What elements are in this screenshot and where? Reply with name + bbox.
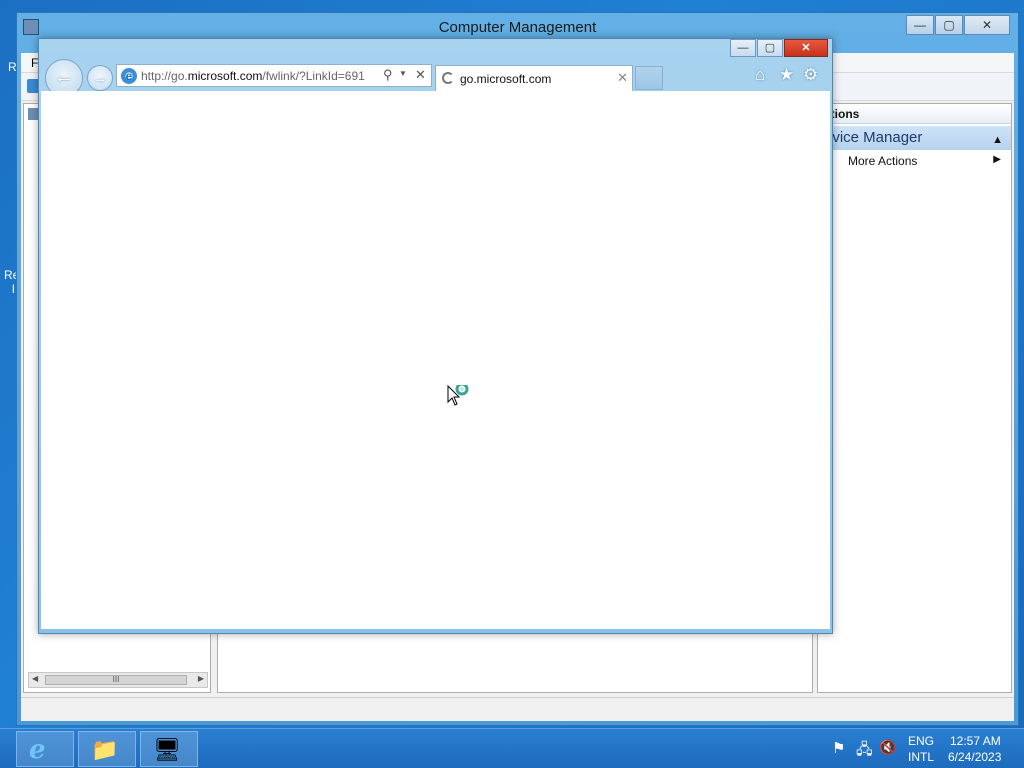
page-content[interactable]: [41, 91, 830, 629]
window-controls: — ▢ ✕: [905, 15, 1010, 35]
actions-subheader-label: evice Manager: [824, 129, 923, 146]
network-icon[interactable]: 🖧: [856, 739, 873, 764]
address-bar[interactable]: e http://go.microsoft.com/fwlink/?LinkId…: [116, 64, 432, 87]
favorites-icon[interactable]: ★: [779, 65, 794, 85]
folder-icon: 📁: [91, 737, 119, 762]
internet-explorer-icon: e: [29, 735, 46, 765]
taskbar-ie-button[interactable]: e: [16, 731, 74, 767]
horizontal-scrollbar[interactable]: ◀ III ▶: [28, 672, 208, 688]
stop-icon[interactable]: ✕: [415, 67, 426, 83]
scroll-right-icon[interactable]: ▶: [198, 674, 204, 683]
tools-icon[interactable]: ⚙: [803, 65, 818, 85]
ie-window-controls: — ▢ ✕: [729, 39, 828, 57]
volume-muted-icon[interactable]: 🔇: [879, 739, 896, 756]
home-icon[interactable]: ⌂: [755, 65, 765, 85]
close-button[interactable]: ✕: [964, 15, 1010, 35]
scroll-thumb[interactable]: III: [45, 675, 187, 685]
actions-device-manager-header[interactable]: evice Manager ▲: [818, 126, 1011, 150]
ie-maximize-button[interactable]: ▢: [757, 39, 783, 57]
actions-pane: ctions evice Manager ▲ More Actions ▶: [817, 103, 1012, 693]
desktop-label: l: [12, 282, 15, 296]
busy-cursor-icon: [447, 385, 469, 406]
tab-title: go.microsoft.com: [460, 72, 552, 86]
collapse-icon[interactable]: ▲: [992, 128, 1003, 152]
taskbar: e 📁 🖥 ⚑ 🖧 🔇 ENG INTL 12:57 AM 6/24/2023: [0, 728, 1024, 768]
forward-button[interactable]: →: [87, 65, 113, 91]
input-language[interactable]: ENG: [908, 734, 934, 748]
more-actions-item[interactable]: More Actions: [848, 154, 917, 168]
address-url[interactable]: http://go.microsoft.com/fwlink/?LinkId=6…: [141, 69, 381, 83]
internet-explorer-window[interactable]: — ▢ ✕ ← → e http://go.microsoft.com/fwli…: [38, 38, 833, 634]
taskbar-server-manager-button[interactable]: 🖥: [140, 731, 198, 767]
ie-close-button[interactable]: ✕: [784, 39, 828, 57]
submenu-arrow-icon: ▶: [993, 154, 1001, 165]
ie-page-icon: e: [121, 68, 137, 84]
action-center-flag-icon[interactable]: ⚑: [832, 739, 845, 757]
taskbar-explorer-button[interactable]: 📁: [78, 731, 136, 767]
server-manager-icon: 🖥: [153, 737, 181, 762]
dropdown-icon[interactable]: ▼: [399, 69, 407, 78]
input-language-layout[interactable]: INTL: [908, 750, 934, 764]
clock-time[interactable]: 12:57 AM: [950, 734, 1001, 748]
new-tab-button[interactable]: [635, 66, 663, 90]
desktop: R Re l Computer Management — ▢ ✕ F ◀ III…: [0, 0, 1024, 728]
window-title: Computer Management: [438, 19, 597, 36]
clock-date[interactable]: 6/24/2023: [948, 750, 1001, 764]
loading-spinner-icon: [442, 72, 454, 84]
ie-minimize-button[interactable]: —: [730, 39, 756, 57]
maximize-button[interactable]: ▢: [935, 15, 963, 35]
actions-header: ctions: [818, 104, 1011, 124]
tab-close-icon[interactable]: ✕: [617, 70, 628, 86]
browser-tab[interactable]: go.microsoft.com ✕: [435, 65, 633, 91]
status-bar: [21, 697, 1014, 721]
minimize-button[interactable]: —: [906, 15, 934, 35]
search-icon[interactable]: ⚲: [383, 67, 393, 83]
scroll-left-icon[interactable]: ◀: [32, 674, 38, 683]
